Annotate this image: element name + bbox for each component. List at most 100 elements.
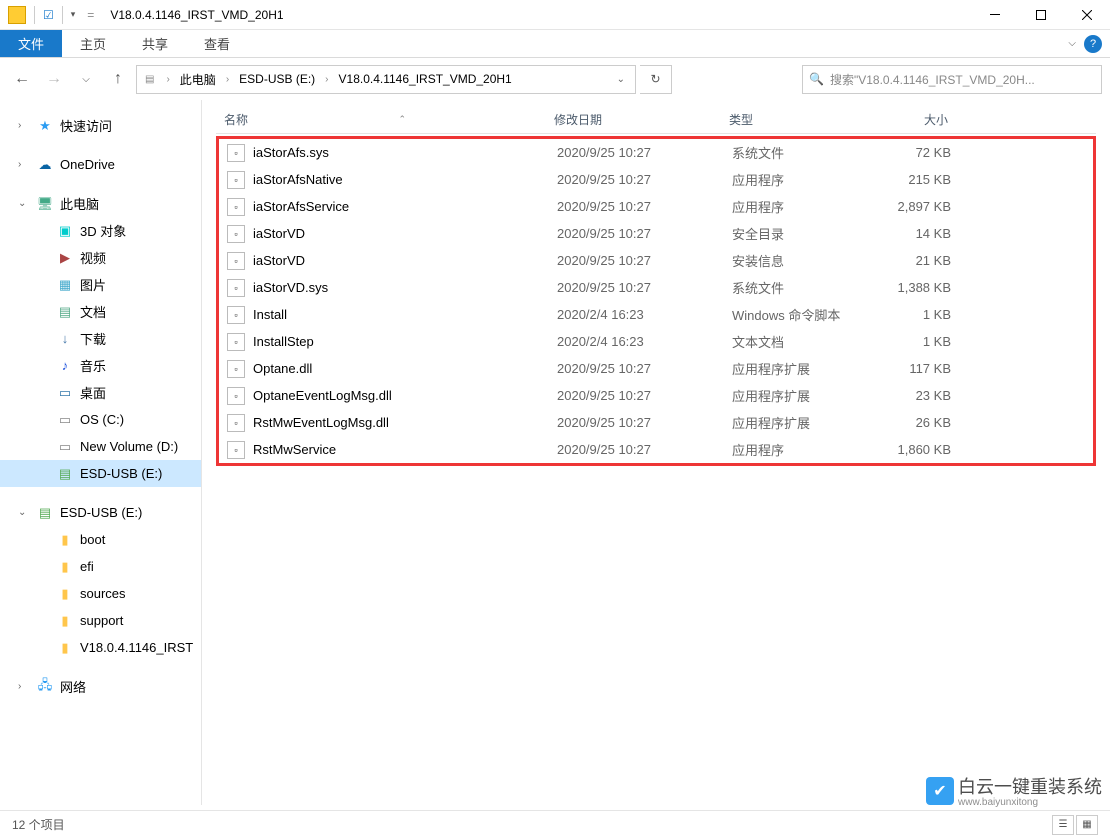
sidebar-item-network[interactable]: ›🖧网络 xyxy=(0,673,201,700)
sidebar-item[interactable]: ▮support xyxy=(0,607,201,634)
file-size: 23 KB xyxy=(879,388,959,403)
up-button[interactable]: ↑ xyxy=(104,65,132,93)
crumb-folder[interactable]: V18.0.4.1146_IRST_VMD_20H1 xyxy=(335,72,516,86)
sidebar-item[interactable]: ↓下载 xyxy=(0,325,201,352)
sidebar-item[interactable]: ▮V18.0.4.1146_IRST xyxy=(0,634,201,661)
file-type: 应用程序 xyxy=(724,197,879,216)
crumb-drive[interactable]: ESD-USB (E:) xyxy=(235,72,319,86)
crumb-this-pc[interactable]: 此电脑 xyxy=(176,71,220,88)
sidebar-item[interactable]: ▭OS (C:) xyxy=(0,406,201,433)
file-name: Optane.dll xyxy=(253,361,312,376)
sidebar-item-esd-usb[interactable]: ⌄▤ESD-USB (E:) xyxy=(0,499,201,526)
usb-drive-icon: ▤ xyxy=(36,505,54,521)
desktop-icon: ▭ xyxy=(56,385,74,401)
pictures-icon: ▦ xyxy=(56,277,74,293)
sidebar-item-label: efi xyxy=(80,559,94,574)
view-details-button[interactable]: ☰ xyxy=(1052,815,1074,835)
help-icon[interactable]: ? xyxy=(1084,35,1102,53)
chevron-down-icon[interactable]: ▾ xyxy=(71,9,76,20)
sidebar-item[interactable]: ▮efi xyxy=(0,553,201,580)
chevron-right-icon[interactable]: › xyxy=(220,74,235,85)
file-type: Windows 命令脚本 xyxy=(724,305,879,324)
file-name: iaStorAfsService xyxy=(253,199,349,214)
table-row[interactable]: ▫iaStorAfs.sys 2020/9/25 10:27 系统文件 72 K… xyxy=(219,139,1093,166)
sidebar-item[interactable]: ▭桌面 xyxy=(0,379,201,406)
column-name[interactable]: 名称⌃ xyxy=(216,111,546,128)
search-icon: 🔍 xyxy=(809,72,824,86)
tab-view[interactable]: 查看 xyxy=(186,30,248,57)
file-icon: ▫ xyxy=(227,333,245,351)
watermark: ✔ 白云一键重装系统 www.baiyunxitong xyxy=(926,773,1102,808)
table-row[interactable]: ▫InstallStep 2020/2/4 16:23 文本文档 1 KB xyxy=(219,328,1093,355)
file-icon: ▫ xyxy=(227,144,245,162)
tab-home[interactable]: 主页 xyxy=(62,30,124,57)
minimize-button[interactable] xyxy=(972,0,1018,30)
back-button[interactable]: ← xyxy=(8,65,36,93)
file-icon: ▫ xyxy=(227,279,245,297)
recent-locations-icon[interactable]: ⌵ xyxy=(72,65,100,93)
tab-share[interactable]: 共享 xyxy=(124,30,186,57)
file-icon: ▫ xyxy=(227,171,245,189)
sidebar-item-label: 文档 xyxy=(80,302,106,321)
file-type: 安装信息 xyxy=(724,251,879,270)
file-size: 2,897 KB xyxy=(879,199,959,214)
cloud-icon: ☁ xyxy=(36,157,54,173)
checkbox-icon[interactable]: ☑ xyxy=(43,8,54,22)
sidebar-item-onedrive[interactable]: ›☁OneDrive xyxy=(0,151,201,178)
file-name: iaStorVD.sys xyxy=(253,280,328,295)
file-date: 2020/2/4 16:23 xyxy=(549,307,724,322)
sidebar-item-label: New Volume (D:) xyxy=(80,439,178,454)
maximize-button[interactable] xyxy=(1018,0,1064,30)
column-date[interactable]: 修改日期 xyxy=(546,111,721,128)
sidebar-item[interactable]: ▭New Volume (D:) xyxy=(0,433,201,460)
table-row[interactable]: ▫Optane.dll 2020/9/25 10:27 应用程序扩展 117 K… xyxy=(219,355,1093,382)
file-date: 2020/9/25 10:27 xyxy=(549,199,724,214)
table-row[interactable]: ▫iaStorVD 2020/9/25 10:27 安全目录 14 KB xyxy=(219,220,1093,247)
collapse-ribbon-icon[interactable]: ⌵ xyxy=(1068,38,1076,49)
titlebar: ☑ ▾ = V18.0.4.1146_IRST_VMD_20H1 xyxy=(0,0,1110,30)
file-tab[interactable]: 文件 xyxy=(0,30,62,57)
watermark-icon: ✔ xyxy=(926,777,954,805)
table-row[interactable]: ▫iaStorVD 2020/9/25 10:27 安装信息 21 KB xyxy=(219,247,1093,274)
table-row[interactable]: ▫iaStorAfsService 2020/9/25 10:27 应用程序 2… xyxy=(219,193,1093,220)
sidebar-item-label: 图片 xyxy=(80,275,106,294)
sidebar-item-label: ESD-USB (E:) xyxy=(60,505,142,520)
sidebar-item[interactable]: ▦ 图片 xyxy=(0,271,201,298)
sidebar-item[interactable]: ▮sources xyxy=(0,580,201,607)
sidebar-item[interactable]: ▶视频 xyxy=(0,244,201,271)
view-large-button[interactable]: ▦ xyxy=(1076,815,1098,835)
chevron-right-icon[interactable]: › xyxy=(319,74,334,85)
folder-icon xyxy=(8,6,26,24)
sidebar-item-label: OneDrive xyxy=(60,157,115,172)
table-row[interactable]: ▫iaStorVD.sys 2020/9/25 10:27 系统文件 1,388… xyxy=(219,274,1093,301)
refresh-button[interactable]: ↻ xyxy=(640,65,672,94)
chevron-right-icon[interactable]: › xyxy=(160,74,175,85)
file-date: 2020/9/25 10:27 xyxy=(549,253,724,268)
sidebar-item[interactable]: ▣3D 对象 xyxy=(0,217,201,244)
sidebar-item-this-pc[interactable]: ⌄🖥此电脑 xyxy=(0,190,201,217)
file-list-panel: 名称⌃ 修改日期 类型 大小 ▫iaStorAfs.sys 2020/9/25 … xyxy=(202,100,1110,805)
chevron-down-icon[interactable]: ⌄ xyxy=(609,74,633,85)
table-row[interactable]: ▫RstMwEventLogMsg.dll 2020/9/25 10:27 应用… xyxy=(219,409,1093,436)
breadcrumb[interactable]: ▤ › 此电脑 › ESD-USB (E:) › V18.0.4.1146_IR… xyxy=(136,65,636,94)
table-row[interactable]: ▫iaStorAfsNative 2020/9/25 10:27 应用程序 21… xyxy=(219,166,1093,193)
videos-icon: ▶ xyxy=(56,250,74,266)
sidebar-item-label: 音乐 xyxy=(80,356,106,375)
search-input[interactable]: 🔍 搜索"V18.0.4.1146_IRST_VMD_20H... xyxy=(802,65,1102,94)
file-icon: ▫ xyxy=(227,414,245,432)
sidebar-item-quick-access[interactable]: ›★快速访问 xyxy=(0,112,201,139)
sidebar-item[interactable]: ▮boot xyxy=(0,526,201,553)
file-name: RstMwEventLogMsg.dll xyxy=(253,415,389,430)
sidebar-item[interactable]: ▤文档 xyxy=(0,298,201,325)
table-row[interactable]: ▫Install 2020/2/4 16:23 Windows 命令脚本 1 K… xyxy=(219,301,1093,328)
close-button[interactable] xyxy=(1064,0,1110,30)
file-type: 应用程序 xyxy=(724,440,879,459)
table-row[interactable]: ▫RstMwService 2020/9/25 10:27 应用程序 1,860… xyxy=(219,436,1093,463)
sidebar-item[interactable]: ♪音乐 xyxy=(0,352,201,379)
column-type[interactable]: 类型 xyxy=(721,111,876,128)
column-size[interactable]: 大小 xyxy=(876,111,956,128)
pc-icon: ▤ xyxy=(139,74,160,85)
forward-button[interactable]: → xyxy=(40,65,68,93)
sidebar-item[interactable]: ▤ESD-USB (E:) xyxy=(0,460,201,487)
table-row[interactable]: ▫OptaneEventLogMsg.dll 2020/9/25 10:27 应… xyxy=(219,382,1093,409)
